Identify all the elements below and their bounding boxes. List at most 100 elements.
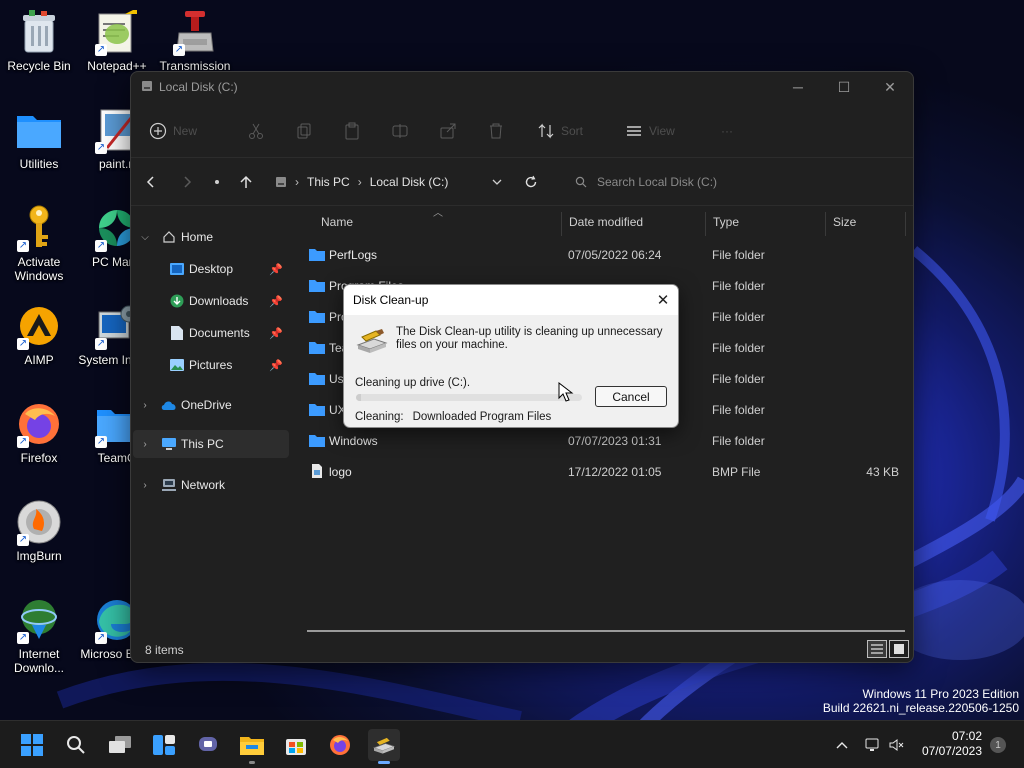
nav-item-home[interactable]: ⌵ Home: [131, 223, 287, 251]
desktop-icon-firefox[interactable]: ↗ Firefox: [0, 400, 78, 465]
view-button[interactable]: View: [625, 119, 675, 143]
breadcrumb-local-disk[interactable]: Local Disk (C:): [370, 175, 449, 189]
search-button[interactable]: [60, 729, 92, 761]
dialog-title: Disk Clean-up: [353, 293, 429, 307]
dialog-title-bar[interactable]: Disk Clean-up ✕: [344, 285, 678, 315]
disk-cleanup-taskbar-button[interactable]: [368, 729, 400, 764]
up-button[interactable]: [236, 172, 256, 192]
cleaning-label: Cleaning:: [355, 411, 404, 423]
volume-button[interactable]: [886, 738, 908, 752]
refresh-button[interactable]: [521, 172, 541, 192]
column-header-size[interactable]: Size: [833, 210, 903, 234]
rename-button[interactable]: [391, 119, 409, 143]
forward-button[interactable]: [177, 172, 197, 192]
desktop-icon-utilities[interactable]: Utilities: [0, 106, 78, 171]
show-hidden-icons-button[interactable]: [832, 741, 852, 749]
chevron-down-icon: ⌵: [141, 231, 149, 243]
delete-button[interactable]: [487, 119, 505, 143]
breadcrumb[interactable]: › This PC › Local Disk (C:): [275, 172, 448, 192]
nav-item-desktop[interactable]: Desktop 📌: [131, 255, 287, 283]
horizontal-scrollbar[interactable]: [307, 630, 905, 632]
store-button[interactable]: [280, 729, 312, 761]
desktop-icon-recycle-bin[interactable]: Recycle Bin: [0, 8, 78, 73]
file-row[interactable]: Windows 07/07/2023 01:31 File folder: [307, 426, 907, 456]
desktop-icon-notepadpp[interactable]: ↗ Notepad++: [78, 8, 156, 73]
nav-item-this-pc[interactable]: › This PC: [133, 430, 289, 458]
title-bar[interactable]: Local Disk (C:) ─ ☐ ✕: [131, 72, 913, 102]
task-view-icon: [109, 736, 131, 753]
disk-cleanup-icon: [356, 329, 388, 353]
network-status-button[interactable]: [860, 738, 886, 752]
file-date: 17/12/2022 01:05: [568, 465, 662, 479]
minimize-button[interactable]: ─: [775, 72, 821, 102]
folder-icon: [309, 342, 325, 354]
breadcrumb-this-pc[interactable]: This PC: [307, 175, 350, 189]
nav-label-desktop: Desktop: [189, 262, 234, 276]
column-divider[interactable]: [825, 212, 826, 236]
file-explorer-taskbar-button[interactable]: [236, 729, 268, 764]
taskbar-clock[interactable]: 07:02 07/07/2023: [922, 729, 982, 759]
folder-icon: [309, 311, 325, 323]
desktop-icon-internet-download-manager[interactable]: ↗ Internet Downlo...: [0, 596, 78, 675]
internet-download-manager-icon: ↗: [15, 596, 63, 644]
teams-chat-button[interactable]: [192, 729, 224, 761]
column-header-date[interactable]: Date modified: [569, 210, 699, 234]
tiles-view-button[interactable]: [889, 640, 909, 658]
more-options-button[interactable]: ···: [721, 119, 733, 143]
notification-badge[interactable]: 1: [990, 737, 1006, 753]
dialog-message: The Disk Clean-up utility is cleaning up…: [396, 326, 663, 351]
paste-button[interactable]: [343, 119, 361, 143]
nav-item-documents[interactable]: Documents 📌: [131, 319, 287, 347]
plus-circle-icon: [149, 122, 167, 140]
task-view-button[interactable]: [104, 729, 136, 761]
copy-icon: [297, 123, 311, 139]
desktop-icon-label: Internet Downlo...: [13, 647, 65, 675]
firefox-taskbar-button[interactable]: [324, 729, 356, 761]
desktop-icon-aimp[interactable]: ↗ AIMP: [0, 302, 78, 367]
column-divider[interactable]: [705, 212, 706, 236]
column-header-type[interactable]: Type: [713, 210, 823, 234]
copy-button[interactable]: [295, 119, 313, 143]
clock-time: 07:02: [951, 729, 982, 743]
details-view-button[interactable]: [867, 640, 887, 658]
recent-locations-button[interactable]: [207, 172, 227, 192]
desktop-icon-label: Recycle Bin: [7, 59, 71, 73]
file-type: File folder: [712, 248, 765, 262]
desktop-icon-transmission[interactable]: ↗ Transmission: [156, 8, 234, 73]
maximize-button[interactable]: ☐: [821, 72, 867, 102]
desktop-icon-imgburn[interactable]: ↗ ImgBurn: [0, 498, 78, 563]
cut-button[interactable]: [247, 119, 265, 143]
home-icon: [161, 229, 177, 245]
os-watermark: Windows 11 Pro 2023 Edition Build 22621.…: [823, 687, 1019, 715]
search-box[interactable]: Search Local Disk (C:): [571, 168, 871, 196]
column-divider[interactable]: [561, 212, 562, 236]
desktop-icon-label: ImgBurn: [16, 549, 62, 563]
back-button[interactable]: [141, 172, 161, 192]
sort-icon: [538, 123, 554, 139]
nav-item-network[interactable]: › Network: [131, 471, 287, 499]
details-view-icon: [871, 644, 883, 654]
desktop-icon-activate-windows[interactable]: ↗ Activate Windows: [0, 204, 78, 283]
file-row[interactable]: logo 17/12/2022 01:05 BMP File 43 KB: [307, 457, 907, 487]
nav-label-home: Home: [181, 230, 214, 244]
folder-icon: [309, 404, 325, 416]
dialog-close-button[interactable]: ✕: [648, 285, 678, 315]
new-button[interactable]: New: [149, 119, 197, 143]
search-icon: [67, 736, 85, 754]
cancel-button[interactable]: Cancel: [595, 386, 667, 407]
share-button[interactable]: [439, 119, 457, 143]
nav-item-downloads[interactable]: Downloads 📌: [131, 287, 287, 315]
desktop-icon-label: Activate Windows: [14, 255, 64, 283]
new-label: New: [173, 124, 198, 138]
address-row: › This PC › Local Disk (C:) Search Local…: [131, 164, 913, 200]
sort-button[interactable]: Sort: [537, 119, 583, 143]
nav-item-pictures[interactable]: Pictures 📌: [131, 351, 287, 379]
start-button[interactable]: [16, 729, 48, 761]
widgets-button[interactable]: [148, 729, 180, 761]
nav-item-onedrive[interactable]: › OneDrive: [131, 391, 287, 419]
close-button[interactable]: ✕: [867, 72, 913, 102]
file-row[interactable]: PerfLogs 07/05/2022 06:24 File folder: [307, 240, 907, 270]
address-dropdown-button[interactable]: [487, 172, 507, 192]
window-title: Local Disk (C:): [159, 80, 238, 94]
column-divider[interactable]: [905, 212, 906, 236]
